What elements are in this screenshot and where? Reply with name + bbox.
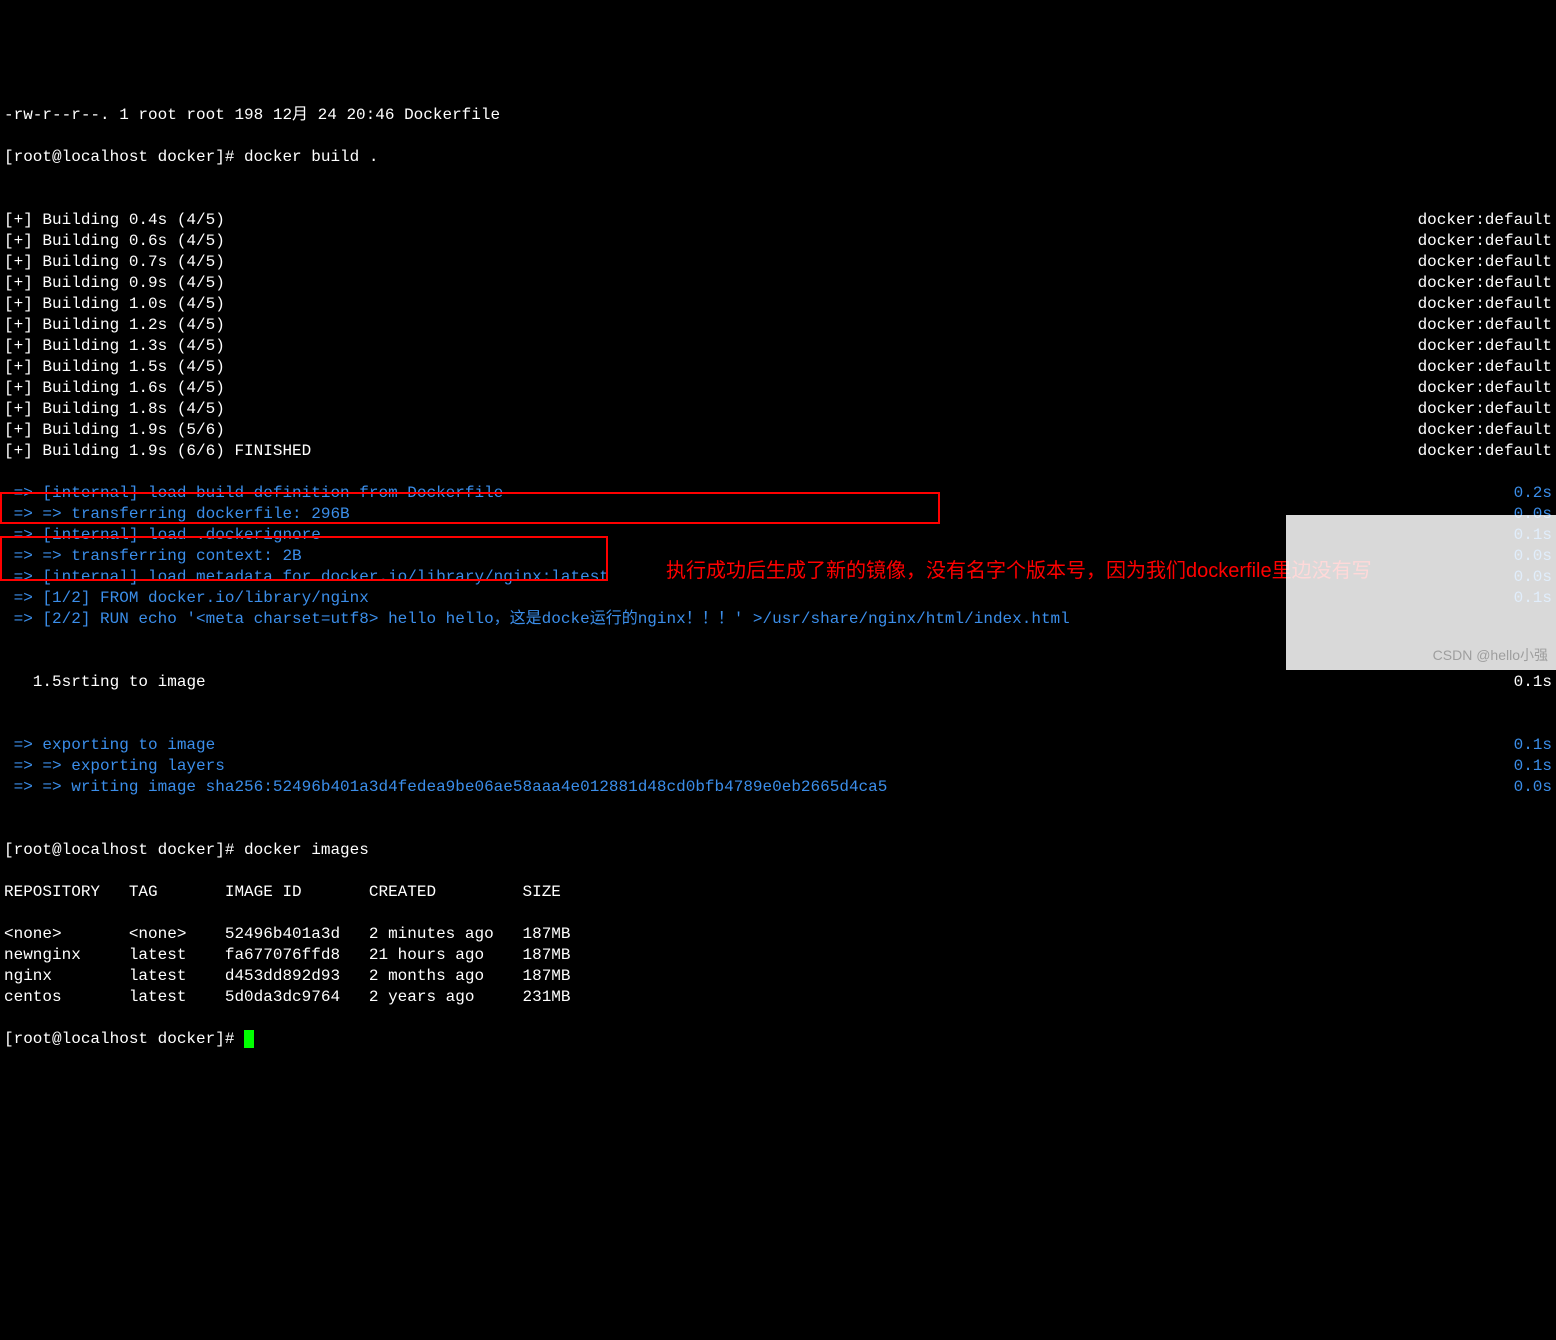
prompt-build: [root@localhost docker]# docker build . bbox=[4, 147, 378, 168]
build-progress-line: [+] Building 1.8s (4/5) bbox=[4, 399, 225, 420]
export-step-line: => => exporting layers bbox=[4, 756, 225, 777]
prompt-images: [root@localhost docker]# docker images bbox=[4, 840, 369, 861]
step-time: 0.1s bbox=[1514, 672, 1552, 693]
build-progress-line: [+] Building 0.9s (4/5) bbox=[4, 273, 225, 294]
build-progress-line: [+] Building 1.5s (4/5) bbox=[4, 357, 225, 378]
build-progress-line: [+] Building 0.4s (4/5) bbox=[4, 210, 225, 231]
build-backend: docker:default bbox=[1418, 273, 1552, 294]
build-backend: docker:default bbox=[1418, 231, 1552, 252]
build-step-line: => [internal] load metadata for docker.i… bbox=[4, 567, 609, 588]
build-backend: docker:default bbox=[1418, 294, 1552, 315]
timing-rest: rting to image bbox=[71, 673, 205, 691]
watermark-text: CSDN @hello小强 bbox=[1433, 645, 1548, 666]
build-backend: docker:default bbox=[1418, 210, 1552, 231]
build-backend: docker:default bbox=[1418, 336, 1552, 357]
step-time: 0.1s bbox=[1514, 756, 1552, 777]
build-backend: docker:default bbox=[1418, 399, 1552, 420]
build-progress-line: [+] Building 1.9s (6/6) FINISHED bbox=[4, 441, 311, 462]
timing-prefix: 1.5s bbox=[4, 673, 71, 691]
cursor bbox=[244, 1030, 254, 1048]
build-step-line: => [internal] load .dockerignore bbox=[4, 525, 321, 546]
step-time: 0.2s bbox=[1514, 483, 1552, 504]
export-step-line: => => writing image sha256:52496b401a3d4… bbox=[4, 777, 887, 798]
export-step-line: => exporting to image bbox=[4, 735, 215, 756]
build-progress-line: [+] Building 1.2s (4/5) bbox=[4, 315, 225, 336]
build-progress-line: [+] Building 1.3s (4/5) bbox=[4, 336, 225, 357]
build-step-line: => => transferring dockerfile: 296B bbox=[4, 504, 350, 525]
build-backend: docker:default bbox=[1418, 252, 1552, 273]
build-backend: docker:default bbox=[1418, 441, 1552, 462]
build-backend: docker:default bbox=[1418, 378, 1552, 399]
step-time: 0.0s bbox=[1514, 777, 1552, 798]
build-step-line: => => transferring context: 2B bbox=[4, 546, 302, 567]
step-time: 0.1s bbox=[1514, 735, 1552, 756]
build-progress-line: [+] Building 0.6s (4/5) bbox=[4, 231, 225, 252]
build-progress-line: [+] Building 1.0s (4/5) bbox=[4, 294, 225, 315]
image-row: newnginx latest fa677076ffd8 21 hours ag… bbox=[4, 945, 571, 966]
build-step-line: => [internal] load build definition from… bbox=[4, 483, 503, 504]
build-progress-line: [+] Building 1.6s (4/5) bbox=[4, 378, 225, 399]
build-backend: docker:default bbox=[1418, 315, 1552, 336]
image-row: nginx latest d453dd892d93 2 months ago 1… bbox=[4, 966, 571, 987]
build-backend: docker:default bbox=[1418, 420, 1552, 441]
image-row: centos latest 5d0da3dc9764 2 years ago 2… bbox=[4, 987, 571, 1008]
ls-output: -rw-r--r--. 1 root root 198 12月 24 20:46… bbox=[4, 105, 500, 126]
build-progress-line: [+] Building 0.7s (4/5) bbox=[4, 252, 225, 273]
prompt-cursor-line[interactable]: [root@localhost docker]# bbox=[4, 1030, 244, 1048]
build-step-line: => [1/2] FROM docker.io/library/nginx bbox=[4, 588, 369, 609]
image-row: <none> <none> 52496b401a3d 2 minutes ago… bbox=[4, 924, 571, 945]
images-header: REPOSITORY TAG IMAGE ID CREATED SIZE bbox=[4, 882, 561, 903]
build-backend: docker:default bbox=[1418, 357, 1552, 378]
build-step-line: => [2/2] RUN echo '<meta charset=utf8> h… bbox=[4, 609, 1070, 630]
build-progress-line: [+] Building 1.9s (5/6) bbox=[4, 420, 225, 441]
